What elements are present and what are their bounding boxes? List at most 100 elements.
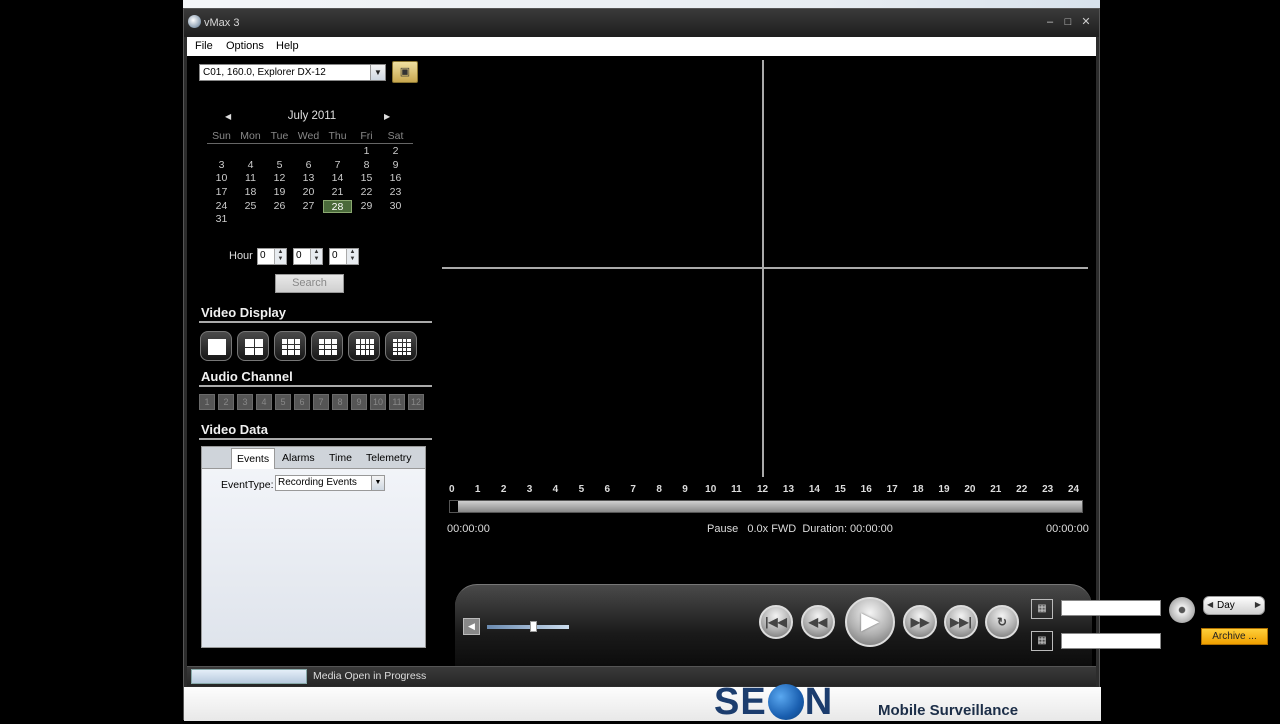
rewind-button[interactable]: ◀◀ [801,605,835,639]
audio-channel-8-button[interactable]: 8 [332,394,348,410]
calendar-day[interactable]: 24 [207,200,236,214]
maximize-icon[interactable]: □ [1060,15,1076,29]
search-button[interactable]: Search [275,274,344,293]
calendar-grid: Sun Mon Tue Wed Thu Fri Sat 1 2 3 4 5 6 7 8 9 10 11 12 13 14… [207,130,413,227]
mute-icon[interactable]: ◀ [463,618,480,635]
clip-start-field[interactable] [1061,600,1161,616]
calendar-day[interactable]: 4 [236,159,265,173]
calendar-day[interactable]: 2 [381,145,410,159]
day-select[interactable]: ◀ Day ▶ [1203,596,1265,615]
calendar-day[interactable]: 14 [323,172,352,186]
layout-9-button[interactable] [311,331,343,361]
layout-12-button[interactable] [348,331,380,361]
skip-forward-button[interactable]: ▶▶| [944,605,978,639]
calendar-day[interactable]: 25 [236,200,265,214]
audio-channel-7-button[interactable]: 7 [313,394,329,410]
calendar-day[interactable]: 23 [381,186,410,200]
audio-channel-6-button[interactable]: 6 [294,394,310,410]
close-icon[interactable]: ✕ [1078,15,1094,29]
menu-options[interactable]: Options [226,40,264,52]
calendar-day-selected[interactable]: 28 [323,199,352,214]
calendar-day[interactable]: 20 [294,186,323,200]
tab-alarms[interactable]: Alarms [282,452,315,464]
tab-telemetry[interactable]: Telemetry [366,452,412,464]
prev-month-icon[interactable]: ◀ [225,112,231,121]
calendar-day[interactable]: 10 [207,172,236,186]
calendar-day[interactable]: 6 [294,159,323,173]
chevron-down-icon[interactable]: ▼ [370,65,385,80]
skip-back-button[interactable]: |◀◀ [759,605,793,639]
calendar-day[interactable]: 1 [352,145,381,159]
loop-button[interactable]: ↻ [985,605,1019,639]
timeline-bar[interactable] [449,500,1083,513]
calendar-day[interactable]: 3 [207,159,236,173]
device-select[interactable]: C01, 160.0, Explorer DX-12 ▼ [199,64,386,81]
clip-end-icon[interactable]: ▦ [1031,631,1053,651]
tab-time[interactable]: Time [329,452,352,464]
layout-6-button[interactable] [274,331,306,361]
stepper-arrows-icon[interactable]: ▲ ▼ [310,249,322,264]
grid-12-icon [356,339,374,355]
chevron-left-icon[interactable]: ◀ [1207,600,1213,609]
volume-thumb[interactable] [529,621,537,632]
stepper-arrows-icon[interactable]: ▲ ▼ [346,249,358,264]
calendar-day[interactable]: 17 [207,186,236,200]
audio-channel-10-button[interactable]: 10 [370,394,386,410]
calendar-day[interactable]: 5 [265,159,294,173]
calendar-day[interactable]: 21 [323,186,352,200]
play-button[interactable]: ▶ [845,597,895,647]
layout-1-button[interactable] [200,331,232,361]
calendar-day[interactable]: 18 [236,186,265,200]
calendar-day[interactable]: 13 [294,172,323,186]
audio-channel-12-button[interactable]: 12 [408,394,424,410]
calendar-day[interactable]: 27 [294,200,323,214]
calendar-day[interactable]: 29 [352,200,381,214]
menu-file[interactable]: File [195,40,213,52]
audio-channel-1-button[interactable]: 1 [199,394,215,410]
volume-slider[interactable] [487,625,569,629]
hour-stepper[interactable]: 0 ▲ ▼ [257,248,287,265]
layout-4-button[interactable] [237,331,269,361]
menu-help[interactable]: Help [276,40,299,52]
audio-channel-9-button[interactable]: 9 [351,394,367,410]
chevron-down-icon[interactable]: ▼ [371,476,384,490]
camera-download-button[interactable]: ▣ [392,61,418,83]
timeline-marker[interactable] [450,501,458,512]
video-grid-divider-horizontal [442,267,1088,269]
audio-channel-3-button[interactable]: 3 [237,394,253,410]
audio-channel-4-button[interactable]: 4 [256,394,272,410]
disc-icon[interactable] [1169,597,1195,623]
start-time: 00:00:00 [447,523,490,535]
calendar-day[interactable]: 12 [265,172,294,186]
chevron-right-icon[interactable]: ▶ [1255,600,1261,609]
title-bar[interactable]: vMax 3 – □ ✕ [184,9,1099,37]
second-stepper[interactable]: 0 ▲ ▼ [329,248,359,265]
calendar-day[interactable]: 31 [207,213,236,227]
calendar-day[interactable]: 22 [352,186,381,200]
calendar-day[interactable]: 30 [381,200,410,214]
layout-16-button[interactable] [385,331,417,361]
tab-events[interactable]: Events [231,448,276,469]
fast-forward-button[interactable]: ▶▶ [903,605,937,639]
calendar-day[interactable]: 26 [265,200,294,214]
calendar-day[interactable]: 7 [323,159,352,173]
calendar-day[interactable]: 8 [352,159,381,173]
clip-start-icon[interactable]: ▦ [1031,599,1053,619]
audio-channel-11-button[interactable]: 11 [389,394,405,410]
calendar-day[interactable]: 15 [352,172,381,186]
minimize-icon[interactable]: – [1042,15,1058,29]
calendar-day[interactable]: 11 [236,172,265,186]
event-type-select[interactable]: Recording Events ▼ [275,475,385,491]
calendar-day[interactable]: 16 [381,172,410,186]
video-display-area[interactable] [442,60,1088,477]
minute-stepper[interactable]: 0 ▲ ▼ [293,248,323,265]
calendar-day[interactable]: 19 [265,186,294,200]
audio-channel-5-button[interactable]: 5 [275,394,291,410]
audio-channel-2-button[interactable]: 2 [218,394,234,410]
calendar-day[interactable]: 9 [381,159,410,173]
stepper-arrows-icon[interactable]: ▲ ▼ [274,249,286,264]
timeline-hour-label: 2 [500,484,507,495]
clip-end-field[interactable] [1061,633,1161,649]
next-month-icon[interactable]: ▶ [384,112,390,121]
archive-button[interactable]: Archive ... [1201,628,1268,645]
